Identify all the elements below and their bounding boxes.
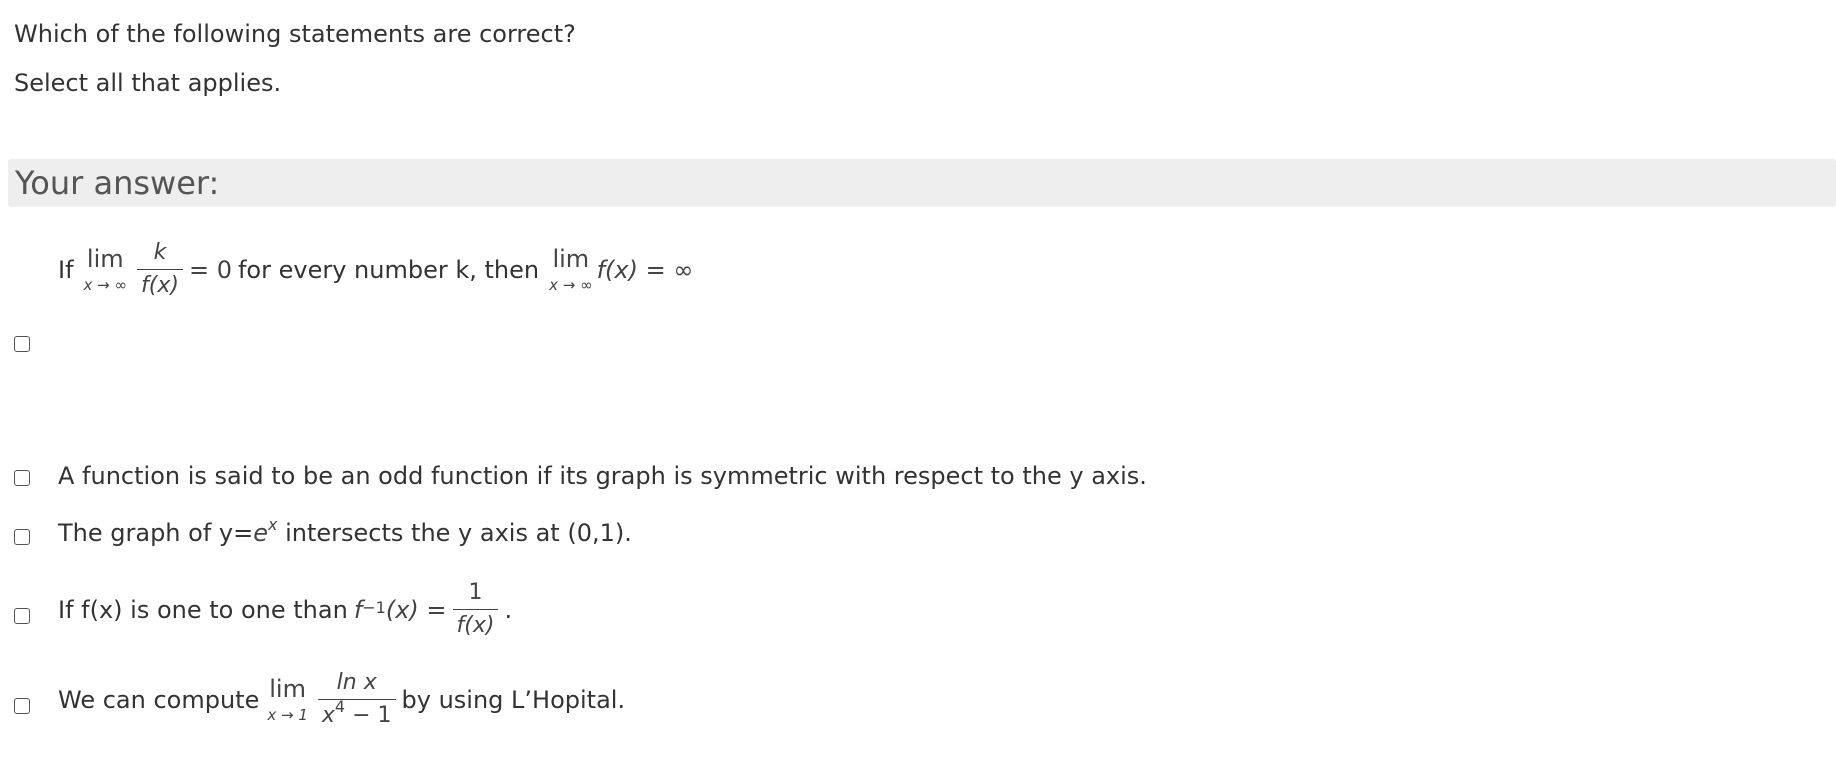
option-3-text-pre: The graph of y= (58, 519, 254, 547)
option-3-checkbox[interactable] (14, 529, 30, 545)
answer-header-label: Your answer: (15, 164, 220, 202)
option-1-checkbox[interactable] (14, 336, 30, 352)
option-4-fraction-den: f(x) (452, 609, 499, 639)
option-3-label: The graph of y=ex intersects the y axis … (58, 517, 632, 548)
option-1-limit-2-op: lim (552, 244, 590, 273)
option-1-rhs: f(x) = ∞ (596, 255, 694, 284)
option-4-fraction: 1 f(x) (452, 580, 499, 639)
option-1-limit-op: lim (86, 244, 124, 273)
answer-header: Your answer: (8, 159, 1836, 207)
option-5-text-post: by using L’Hopital. (401, 685, 626, 714)
option-1-fraction-den: f(x) (137, 269, 183, 299)
option-5-limit-op: lim (269, 674, 306, 703)
option-5-den-rest: − 1 (345, 703, 392, 728)
question-text: Which of the following statements are co… (14, 20, 576, 48)
option-1-mid-text: for every number k, then (237, 255, 540, 284)
option-1-limit-2-sub: x → ∞ (549, 275, 593, 294)
option-1-limit-sub: x → ∞ (83, 275, 128, 294)
option-1-limit-2: lim x → ∞ (549, 246, 592, 294)
option-5-limit: lim x → 1 (267, 676, 308, 724)
instruction-text: Select all that applies. (14, 69, 282, 97)
option-5-den-base: x (321, 703, 335, 728)
option-4-checkbox[interactable] (14, 608, 30, 624)
option-5-den-exp: 4 (334, 696, 346, 716)
option-4-fraction-num: 1 (468, 580, 483, 605)
option-5-fraction-num: ln x (336, 670, 377, 695)
option-4-label: If f(x) is one to one than f −1 (x) = 1 f(… (58, 580, 513, 639)
option-5-label: We can compute lim x → 1 ln x x4 − 1 by … (58, 670, 625, 729)
option-3-base: e (253, 519, 268, 547)
option-1-limit: lim x → ∞ (84, 246, 127, 294)
option-1-fraction-num: k (153, 240, 167, 265)
option-3-exponent: x (268, 515, 278, 534)
option-5-limit-sub: x → 1 (267, 705, 308, 724)
option-5-text-pre: We can compute (58, 685, 260, 714)
option-5-checkbox[interactable] (14, 698, 30, 714)
option-1-if: If (58, 255, 74, 284)
option-4-lhs-f: f (353, 595, 363, 624)
option-4-text-pre: If f(x) is one to one than (58, 595, 348, 624)
option-1-fraction: k f(x) (137, 240, 183, 299)
option-2-label: A function is said to be an odd function… (58, 462, 1147, 490)
option-5-fraction: ln x x4 − 1 (317, 670, 396, 729)
option-3-text-post: intersects the y axis at (0,1). (285, 519, 632, 547)
option-4-end: . (504, 595, 513, 624)
option-5-fraction-den: x4 − 1 (317, 696, 396, 729)
option-1-label: If lim x → ∞ k f(x) = 0 for every number… (58, 240, 693, 299)
option-4-lhs-arg: (x) = (385, 595, 447, 624)
option-2-checkbox[interactable] (14, 470, 30, 486)
option-1-equals-zero: = 0 (188, 255, 232, 284)
option-2-text: A function is said to be an odd function… (58, 462, 1147, 490)
